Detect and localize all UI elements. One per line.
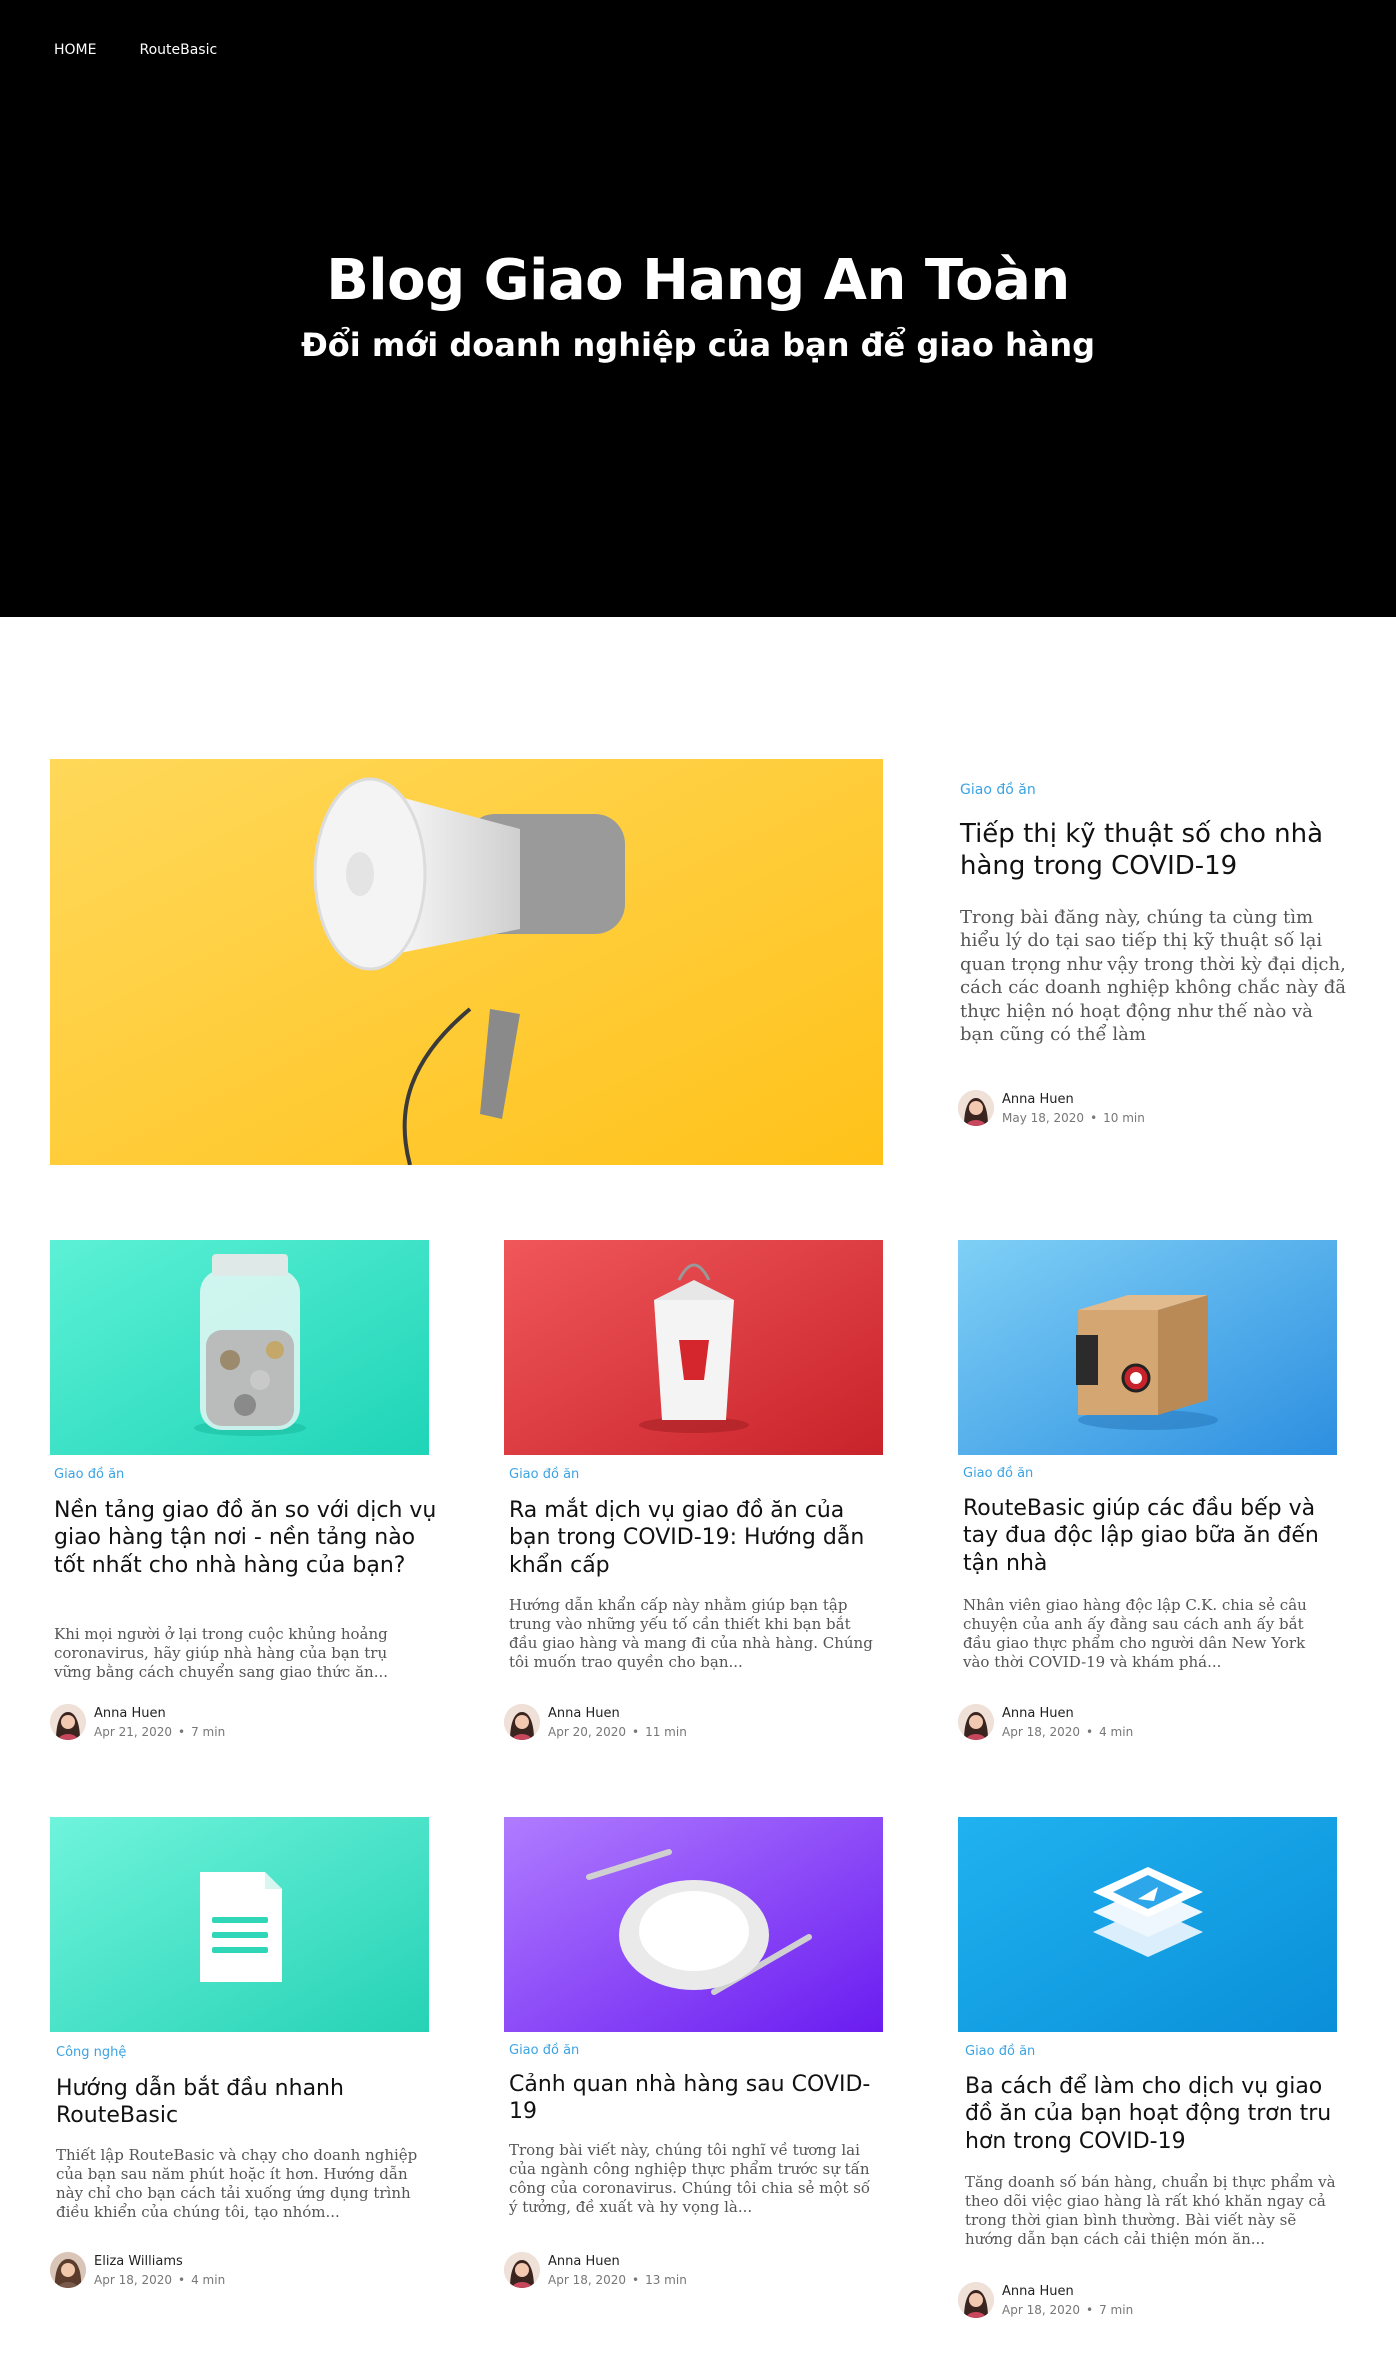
read-time: 7 min	[1099, 2302, 1134, 2317]
author-meta: Anna Huen May 18, 2020 • 10 min	[1002, 1092, 1145, 1125]
post-author[interactable]: Anna Huen Apr 18, 2020 • 7 min	[958, 2282, 1133, 2318]
post-author[interactable]: Eliza Williams Apr 18, 2020 • 4 min	[50, 2252, 225, 2288]
post-date: Apr 18, 2020	[94, 2272, 173, 2287]
takeout-box-image	[504, 1240, 883, 1455]
post-excerpt: Tăng doanh số bán hàng, chuẩn bị thực ph…	[965, 2173, 1336, 2249]
post-excerpt: Nhân viên giao hàng độc lập C.K. chia sẻ…	[963, 1596, 1307, 1672]
post-author[interactable]: Anna Huen Apr 18, 2020 • 13 min	[504, 2252, 687, 2288]
author-name[interactable]: Eliza Williams	[94, 2254, 225, 2269]
post-author[interactable]: Anna Huen Apr 21, 2020 • 7 min	[50, 1704, 225, 1740]
post-image[interactable]	[50, 1817, 429, 2032]
post-date: Apr 18, 2020	[548, 2272, 627, 2287]
post-date-read: Apr 21, 2020 • 7 min	[94, 1724, 226, 1739]
author-avatar	[50, 2252, 86, 2288]
post-date-read: Apr 18, 2020 • 13 min	[548, 2272, 687, 2287]
post-category[interactable]: Giao đồ ăn	[963, 1466, 1033, 1481]
post-category[interactable]: Giao đồ ăn	[509, 2043, 579, 2058]
hero-header: HOME RouteBasic Blog Giao Hang An Toàn Đ…	[0, 0, 1396, 617]
post-date-read: Apr 18, 2020 • 4 min	[1002, 1724, 1134, 1739]
read-time: 10 min	[1103, 1110, 1145, 1125]
author-meta: Anna Huen Apr 18, 2020 • 13 min	[548, 2254, 687, 2287]
document-image	[50, 1817, 429, 2032]
post-title[interactable]: Ra mắt dịch vụ giao đồ ăn của bạn trong …	[509, 1497, 889, 1579]
post-title[interactable]: Ba cách để làm cho dịch vụ giao đồ ăn củ…	[965, 2073, 1350, 2155]
post-image[interactable]	[958, 1817, 1337, 2032]
author-avatar	[504, 2252, 540, 2288]
post-image[interactable]	[504, 1817, 883, 2032]
post-title[interactable]: Nền tảng giao đồ ăn so với dịch vụ giao …	[54, 1497, 439, 1579]
plate-image	[504, 1817, 883, 2032]
post-excerpt: Hướng dẫn khẩn cấp này nhằm giúp bạn tập…	[509, 1596, 873, 1672]
author-avatar	[958, 1704, 994, 1740]
author-avatar	[50, 1704, 86, 1740]
read-time: 4 min	[1099, 1724, 1134, 1739]
post-date-read: Apr 18, 2020 • 7 min	[1002, 2302, 1134, 2317]
nav-home-link[interactable]: HOME	[54, 42, 96, 58]
post-date-read: May 18, 2020 • 10 min	[1002, 1110, 1145, 1125]
megaphone-image	[50, 759, 883, 1165]
author-meta: Eliza Williams Apr 18, 2020 • 4 min	[94, 2254, 225, 2287]
post-date: Apr 21, 2020	[94, 1724, 173, 1739]
post-excerpt: Khi mọi người ở lại trong cuộc khủng hoả…	[54, 1625, 389, 1682]
post-title[interactable]: RouteBasic giúp các đầu bếp và tay đua đ…	[963, 1495, 1343, 1577]
featured-post-image[interactable]	[50, 759, 883, 1165]
post-category[interactable]: Giao đồ ăn	[509, 1467, 579, 1482]
author-name[interactable]: Anna Huen	[94, 1706, 225, 1721]
post-image[interactable]	[958, 1240, 1337, 1455]
post-date: Apr 18, 2020	[1002, 2302, 1081, 2317]
author-name[interactable]: Anna Huen	[548, 1706, 687, 1721]
featured-excerpt: Trong bài đăng này, chúng ta cùng tìm hi…	[960, 907, 1347, 1045]
post-date: Apr 18, 2020	[1002, 1724, 1081, 1739]
layers-image	[958, 1817, 1337, 2032]
post-excerpt: Thiết lập RouteBasic và chạy cho doanh n…	[56, 2146, 418, 2222]
post-date-read: Apr 20, 2020 • 11 min	[548, 1724, 687, 1739]
post-title[interactable]: Hướng dẫn bắt đầu nhanh RouteBasic	[56, 2075, 436, 2130]
author-avatar	[958, 2282, 994, 2318]
featured-author[interactable]: Anna Huen May 18, 2020 • 10 min	[958, 1090, 1145, 1126]
author-meta: Anna Huen Apr 20, 2020 • 11 min	[548, 1706, 687, 1739]
read-time: 7 min	[191, 1724, 226, 1739]
hero-subtitle: Đổi mới doanh nghiệp của bạn để giao hàn…	[300, 326, 1096, 364]
post-category[interactable]: Công nghệ	[56, 2045, 126, 2060]
read-time: 4 min	[191, 2272, 226, 2287]
post-image[interactable]	[50, 1240, 429, 1455]
author-meta: Anna Huen Apr 18, 2020 • 7 min	[1002, 2284, 1133, 2317]
post-date: Apr 20, 2020	[548, 1724, 627, 1739]
author-meta: Anna Huen Apr 18, 2020 • 4 min	[1002, 1706, 1133, 1739]
post-excerpt: Trong bài viết này, chúng tôi nghĩ về tư…	[509, 2141, 871, 2217]
hero-title: Blog Giao Hang An Toàn	[326, 248, 1070, 313]
post-category[interactable]: Giao đồ ăn	[54, 1467, 124, 1482]
author-meta: Anna Huen Apr 21, 2020 • 7 min	[94, 1706, 225, 1739]
post-date-read: Apr 18, 2020 • 4 min	[94, 2272, 226, 2287]
post-title[interactable]: Cảnh quan nhà hàng sau COVID-19	[509, 2071, 889, 2126]
author-name[interactable]: Anna Huen	[1002, 1092, 1145, 1107]
post-author[interactable]: Anna Huen Apr 18, 2020 • 4 min	[958, 1704, 1133, 1740]
featured-title[interactable]: Tiếp thị kỹ thuật số cho nhà hàng trong …	[960, 818, 1380, 882]
featured-category[interactable]: Giao đồ ăn	[960, 782, 1036, 798]
post-date: May 18, 2020	[1002, 1110, 1085, 1125]
post-category[interactable]: Giao đồ ăn	[965, 2044, 1035, 2059]
author-avatar	[504, 1704, 540, 1740]
author-name[interactable]: Anna Huen	[1002, 2284, 1133, 2299]
author-name[interactable]: Anna Huen	[1002, 1706, 1133, 1721]
coin-jar-image	[50, 1240, 429, 1455]
read-time: 11 min	[645, 1724, 687, 1739]
top-nav: HOME RouteBasic	[54, 42, 217, 58]
post-author[interactable]: Anna Huen Apr 20, 2020 • 11 min	[504, 1704, 687, 1740]
author-avatar	[958, 1090, 994, 1126]
post-image[interactable]	[504, 1240, 883, 1455]
nav-brand-link[interactable]: RouteBasic	[139, 42, 217, 58]
read-time: 13 min	[645, 2272, 687, 2287]
author-name[interactable]: Anna Huen	[548, 2254, 687, 2269]
paper-bag-image	[958, 1240, 1337, 1455]
